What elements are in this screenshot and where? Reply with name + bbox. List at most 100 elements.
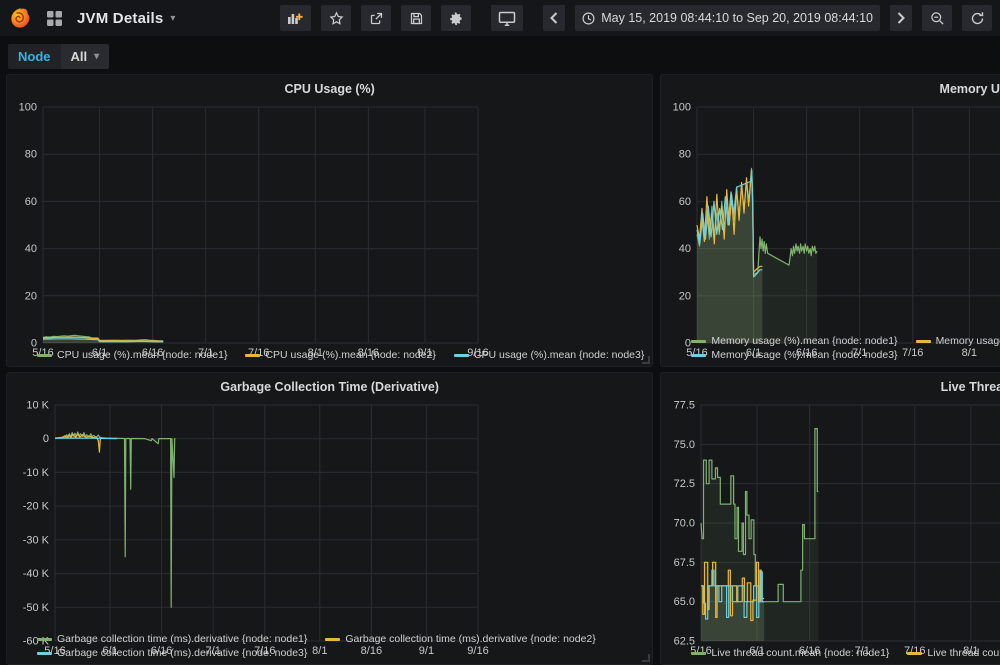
panel-resize-handle[interactable] <box>642 356 650 364</box>
y-axis-tick-label: 10 K <box>26 400 49 412</box>
zoom-out-button[interactable] <box>922 5 952 31</box>
legend-row: Live thread count.mean {node: node1} Live… <box>691 646 1000 660</box>
legend-row: Garbage collection time (ms).derivative … <box>37 632 644 646</box>
legend-item[interactable]: CPU usage (%).mean {node: node1} <box>37 348 227 362</box>
y-axis-tick-label: 77.5 <box>674 400 695 412</box>
y-axis-tick-label: -40 K <box>23 568 50 580</box>
legend-swatch-icon <box>691 340 706 343</box>
refresh-button[interactable] <box>962 5 992 31</box>
panel-gc-time: Garbage Collection Time (Derivative) 10 … <box>6 372 653 665</box>
dashboard-grid: CPU Usage (%) 1008060402005/166/16/167/1… <box>6 74 995 665</box>
navbar: JVM Details ▾ <box>0 0 1000 36</box>
y-axis-tick-label: 100 <box>673 102 691 114</box>
legend-swatch-icon <box>37 652 52 655</box>
legend-item[interactable]: CPU usage (%).mean {node: node2} <box>245 348 435 362</box>
y-axis-tick-label: 72.5 <box>674 478 695 490</box>
legend-item[interactable]: Garbage collection time (ms).derivative … <box>37 646 307 660</box>
legend-row: Garbage collection time (ms).derivative … <box>37 646 644 660</box>
legend-series-name: Garbage collection time (ms).derivative … <box>345 632 595 646</box>
panel-title[interactable]: Memory Usage (%) <box>667 79 1000 100</box>
legend-swatch-icon <box>916 340 931 343</box>
panel-title[interactable]: CPU Usage (%) <box>13 79 646 100</box>
series-area <box>55 432 175 607</box>
time-back-button[interactable] <box>543 5 565 31</box>
template-variables-row: Node All ▾ <box>8 41 992 71</box>
cycle-view-monitor-button[interactable] <box>491 5 523 31</box>
panel-title[interactable]: Live Thread Count <box>667 377 1000 398</box>
chart-area[interactable]: 77.575.072.570.067.565.062.55/166/16/167… <box>667 398 1000 645</box>
y-axis-tick-label: -30 K <box>23 534 50 546</box>
legend-series-name: CPU usage (%).mean {node: node2} <box>265 348 435 362</box>
save-button[interactable] <box>401 5 431 31</box>
legend-series-name: Memory usage (%).mean {node: node3} <box>711 348 897 362</box>
legend-swatch-icon <box>325 638 340 641</box>
time-range-picker[interactable]: May 15, 2019 08:44:10 to Sep 20, 2019 08… <box>575 5 880 31</box>
y-axis-tick-label: 80 <box>25 149 37 161</box>
y-axis-tick-label: -20 K <box>23 501 50 513</box>
legend-row: Memory usage (%).mean {node: node3} <box>691 348 1000 362</box>
legend-swatch-icon <box>37 638 52 641</box>
legend-item[interactable]: Memory usage (%).mean {node: node1} <box>691 334 897 348</box>
legend-series-name: Garbage collection time (ms).derivative … <box>57 632 307 646</box>
legend-row: Memory usage (%).mean {node: node1} Memor… <box>691 334 1000 348</box>
y-axis-tick-label: 0 <box>43 433 49 445</box>
page-title: JVM Details <box>77 10 163 27</box>
share-button[interactable] <box>361 5 391 31</box>
chart-area[interactable]: 1008060402005/166/16/167/17/168/18/169/1… <box>667 100 1000 333</box>
legend-swatch-icon <box>245 354 260 357</box>
series-line <box>55 432 175 607</box>
series-line <box>55 438 117 439</box>
variable-label: Node <box>8 44 61 69</box>
legend-swatch-icon <box>454 354 469 357</box>
legend-row: CPU usage (%).mean {node: node1} CPU usag… <box>37 348 644 362</box>
y-axis-tick-label: -50 K <box>23 602 50 614</box>
grafana-logo-icon[interactable] <box>8 6 32 30</box>
add-panel-button[interactable] <box>280 5 311 31</box>
star-button[interactable] <box>321 5 351 31</box>
legend-item[interactable]: Garbage collection time (ms).derivative … <box>37 632 307 646</box>
chart-legend: Memory usage (%).mean {node: node1}Memor… <box>667 333 1000 362</box>
legend-item[interactable]: Live thread count.mean {node: node2} <box>907 646 1000 660</box>
chart-svg: 1008060402005/166/16/167/17/168/18/169/1… <box>13 100 490 361</box>
legend-item[interactable]: Memory usage (%).mean {node: node3} <box>691 348 897 362</box>
legend-series-name: Live thread count.mean {node: node2} <box>927 646 1000 660</box>
chart-svg: 10 K0-10 K-20 K-30 K-40 K-50 K-60 K5/166… <box>13 398 490 659</box>
chart-legend: Garbage collection time (ms).derivative … <box>13 631 646 660</box>
series-line <box>55 434 117 452</box>
legend-item[interactable]: Memory usage (%).mean {node: node2} <box>916 334 1000 348</box>
legend-item[interactable]: Garbage collection time (ms).derivative … <box>325 632 595 646</box>
legend-series-name: Memory usage (%).mean {node: node1} <box>711 334 897 348</box>
variable-value-dropdown[interactable]: All ▾ <box>61 44 110 69</box>
panel-title[interactable]: Garbage Collection Time (Derivative) <box>13 377 646 398</box>
time-range-text: May 15, 2019 08:44:10 to Sep 20, 2019 08… <box>601 11 873 25</box>
legend-series-name: CPU usage (%).mean {node: node3} <box>474 348 644 362</box>
y-axis-tick-label: 67.5 <box>674 557 695 569</box>
legend-item[interactable]: CPU usage (%).mean {node: node3} <box>454 348 644 362</box>
chart-svg: 77.575.072.570.067.565.062.55/166/16/167… <box>667 398 1000 659</box>
legend-item[interactable]: Live thread count.mean {node: node1} <box>691 646 889 660</box>
y-axis-tick-label: 40 <box>25 243 37 255</box>
chart-area[interactable]: 1008060402005/166/16/167/17/168/18/169/1… <box>13 100 646 347</box>
chart-svg: 1008060402005/166/16/167/17/168/18/169/1… <box>667 100 1000 361</box>
legend-series-name: Memory usage (%).mean {node: node2} <box>936 334 1000 348</box>
time-forward-button[interactable] <box>890 5 912 31</box>
legend-swatch-icon <box>691 652 706 655</box>
y-axis-tick-label: 40 <box>679 243 691 255</box>
chart-legend: Live thread count.mean {node: node1} Live… <box>667 645 1000 660</box>
y-axis-tick-label: 65.0 <box>674 596 695 608</box>
y-axis-tick-label: 60 <box>679 196 691 208</box>
legend-series-name: CPU usage (%).mean {node: node1} <box>57 348 227 362</box>
settings-gear-button[interactable] <box>441 5 471 31</box>
legend-swatch-icon <box>691 354 706 357</box>
y-axis-tick-label: 100 <box>19 102 37 114</box>
panel-resize-handle[interactable] <box>642 654 650 662</box>
chart-area[interactable]: 10 K0-10 K-20 K-30 K-40 K-50 K-60 K5/166… <box>13 398 646 631</box>
y-axis-tick-label: 20 <box>25 290 37 302</box>
legend-swatch-icon <box>907 652 922 655</box>
y-axis-tick-label: 20 <box>679 290 691 302</box>
panel-cpu-usage: CPU Usage (%) 1008060402005/166/16/167/1… <box>6 74 653 367</box>
dashboard-title-dropdown[interactable]: JVM Details ▾ <box>77 10 175 27</box>
dashboards-grid-icon[interactable] <box>46 10 63 27</box>
caret-down-icon: ▾ <box>94 51 99 62</box>
legend-series-name: Garbage collection time (ms).derivative … <box>57 646 307 660</box>
